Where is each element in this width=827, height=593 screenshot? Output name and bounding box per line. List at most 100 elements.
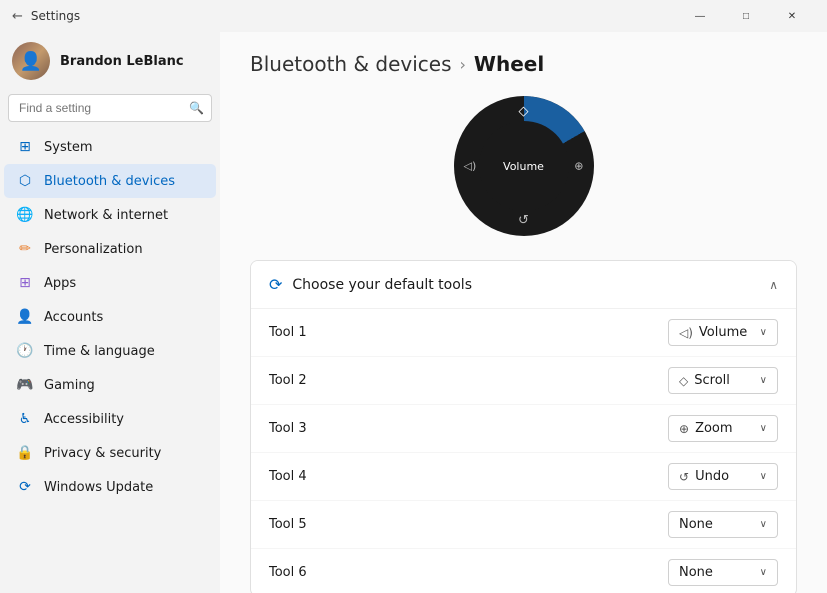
nav-icon-bluetooth: ⬡: [16, 172, 34, 190]
nav-label-privacy: Privacy & security: [44, 446, 161, 461]
tool-row-5: Tool 5 None ∨: [251, 501, 796, 549]
tool-icon-3: ⊕: [679, 422, 689, 436]
user-name: Brandon LeBlanc: [60, 54, 184, 69]
tool-value-6: None: [679, 565, 713, 580]
tool-label-5: Tool 5: [269, 517, 307, 532]
tool-select-3[interactable]: ⊕ Zoom ∨: [668, 415, 778, 442]
wheel-icons: ◇ ◁) ⊕ ↺: [454, 96, 594, 236]
tool-select-inner-2: ◇ Scroll: [679, 373, 730, 388]
nav-label-personalization: Personalization: [44, 242, 143, 257]
tool-value-3: Zoom: [695, 421, 732, 436]
nav-label-bluetooth: Bluetooth & devices: [44, 174, 175, 189]
tools-list: Tool 1 ◁) Volume ∨ Tool 2 ◇ Scroll ∨ Too…: [251, 309, 796, 593]
nav-label-apps: Apps: [44, 276, 76, 291]
sidebar-item-time[interactable]: 🕐 Time & language: [4, 334, 216, 368]
wheel-bottom-icon: ↺: [518, 213, 529, 228]
user-profile: 👤 Brandon LeBlanc: [0, 32, 220, 94]
nav-icon-privacy: 🔒: [16, 444, 34, 462]
nav-icon-system: ⊞: [16, 138, 34, 156]
sidebar-item-personalization[interactable]: ✏ Personalization: [4, 232, 216, 266]
titlebar: ← Settings — □ ✕: [0, 0, 827, 32]
avatar: 👤: [12, 42, 50, 80]
sidebar: 👤 Brandon LeBlanc 🔍 ⊞ System ⬡ Bluetooth…: [0, 32, 220, 593]
tools-card: ⟳ Choose your default tools ∧ Tool 1 ◁) …: [250, 260, 797, 593]
wheel-diagram: ◇ ◁) ⊕ ↺ Volume: [454, 96, 594, 236]
nav-label-accounts: Accounts: [44, 310, 103, 325]
tool-select-inner-1: ◁) Volume: [679, 325, 747, 340]
sidebar-item-privacy[interactable]: 🔒 Privacy & security: [4, 436, 216, 470]
tool-dropdown-arrow-2: ∨: [760, 375, 767, 386]
tool-select-5[interactable]: None ∨: [668, 511, 778, 538]
back-icon[interactable]: ←: [12, 9, 23, 24]
wheel-outer: ◇ ◁) ⊕ ↺ Volume: [454, 96, 594, 236]
nav-icon-accessibility: ♿: [16, 410, 34, 428]
tool-row-3: Tool 3 ⊕ Zoom ∨: [251, 405, 796, 453]
sidebar-item-accounts[interactable]: 👤 Accounts: [4, 300, 216, 334]
card-header-left: ⟳ Choose your default tools: [269, 275, 472, 294]
sidebar-item-network[interactable]: 🌐 Network & internet: [4, 198, 216, 232]
titlebar-left: ← Settings: [12, 9, 80, 24]
sidebar-item-system[interactable]: ⊞ System: [4, 130, 216, 164]
nav-icon-apps: ⊞: [16, 274, 34, 292]
maximize-button[interactable]: □: [723, 0, 769, 32]
nav-icon-network: 🌐: [16, 206, 34, 224]
nav-label-update: Windows Update: [44, 480, 153, 495]
tool-dropdown-arrow-6: ∨: [760, 567, 767, 578]
tool-dropdown-arrow-4: ∨: [760, 471, 767, 482]
nav-icon-update: ⟳: [16, 478, 34, 496]
tool-select-1[interactable]: ◁) Volume ∨: [668, 319, 778, 346]
tool-select-inner-3: ⊕ Zoom: [679, 421, 733, 436]
nav-label-network: Network & internet: [44, 208, 168, 223]
nav-label-gaming: Gaming: [44, 378, 95, 393]
tool-value-4: Undo: [695, 469, 729, 484]
nav-label-time: Time & language: [44, 344, 155, 359]
tool-label-4: Tool 4: [269, 469, 307, 484]
tool-label-1: Tool 1: [269, 325, 307, 340]
breadcrumb: Bluetooth & devices › Wheel: [250, 52, 797, 76]
tool-select-6[interactable]: None ∨: [668, 559, 778, 586]
sidebar-item-apps[interactable]: ⊞ Apps: [4, 266, 216, 300]
card-header[interactable]: ⟳ Choose your default tools ∧: [251, 261, 796, 309]
tool-icon-1: ◁): [679, 326, 693, 340]
wheel-left-icon: ◁): [464, 160, 477, 173]
tool-dropdown-arrow-3: ∨: [760, 423, 767, 434]
sidebar-item-accessibility[interactable]: ♿ Accessibility: [4, 402, 216, 436]
search-box: 🔍: [8, 94, 212, 122]
tool-row-4: Tool 4 ↺ Undo ∨: [251, 453, 796, 501]
tool-select-inner-5: None: [679, 517, 713, 532]
nav-label-system: System: [44, 140, 92, 155]
nav-icon-gaming: 🎮: [16, 376, 34, 394]
tool-select-inner-6: None: [679, 565, 713, 580]
sidebar-item-update[interactable]: ⟳ Windows Update: [4, 470, 216, 504]
tool-select-2[interactable]: ◇ Scroll ∨: [668, 367, 778, 394]
minimize-button[interactable]: —: [677, 0, 723, 32]
tool-select-4[interactable]: ↺ Undo ∨: [668, 463, 778, 490]
nav-list: ⊞ System ⬡ Bluetooth & devices 🌐 Network…: [0, 130, 220, 504]
tool-row-2: Tool 2 ◇ Scroll ∨: [251, 357, 796, 405]
search-input[interactable]: [8, 94, 212, 122]
breadcrumb-separator: ›: [460, 55, 466, 74]
wheel-top-icon: ◇: [519, 104, 529, 119]
tool-value-5: None: [679, 517, 713, 532]
tool-dropdown-arrow-5: ∨: [760, 519, 767, 530]
sidebar-item-gaming[interactable]: 🎮 Gaming: [4, 368, 216, 402]
wheel-container: ◇ ◁) ⊕ ↺ Volume: [250, 96, 797, 236]
tool-row-6: Tool 6 None ∨: [251, 549, 796, 593]
tool-label-6: Tool 6: [269, 565, 307, 580]
tool-row-1: Tool 1 ◁) Volume ∨: [251, 309, 796, 357]
breadcrumb-current: Wheel: [474, 52, 544, 76]
app-title: Settings: [31, 9, 80, 23]
nav-icon-accounts: 👤: [16, 308, 34, 326]
main-content: Bluetooth & devices › Wheel ◇ ◁) ⊕ ↺ Vol…: [220, 32, 827, 593]
nav-label-accessibility: Accessibility: [44, 412, 124, 427]
breadcrumb-parent[interactable]: Bluetooth & devices: [250, 52, 452, 76]
titlebar-controls: — □ ✕: [677, 0, 815, 32]
search-icon: 🔍: [189, 101, 204, 115]
card-chevron-icon: ∧: [769, 278, 778, 292]
close-button[interactable]: ✕: [769, 0, 815, 32]
sidebar-item-bluetooth[interactable]: ⬡ Bluetooth & devices: [4, 164, 216, 198]
tool-label-3: Tool 3: [269, 421, 307, 436]
tool-value-2: Scroll: [694, 373, 730, 388]
nav-icon-personalization: ✏: [16, 240, 34, 258]
wheel-right-icon: ⊕: [574, 160, 583, 173]
